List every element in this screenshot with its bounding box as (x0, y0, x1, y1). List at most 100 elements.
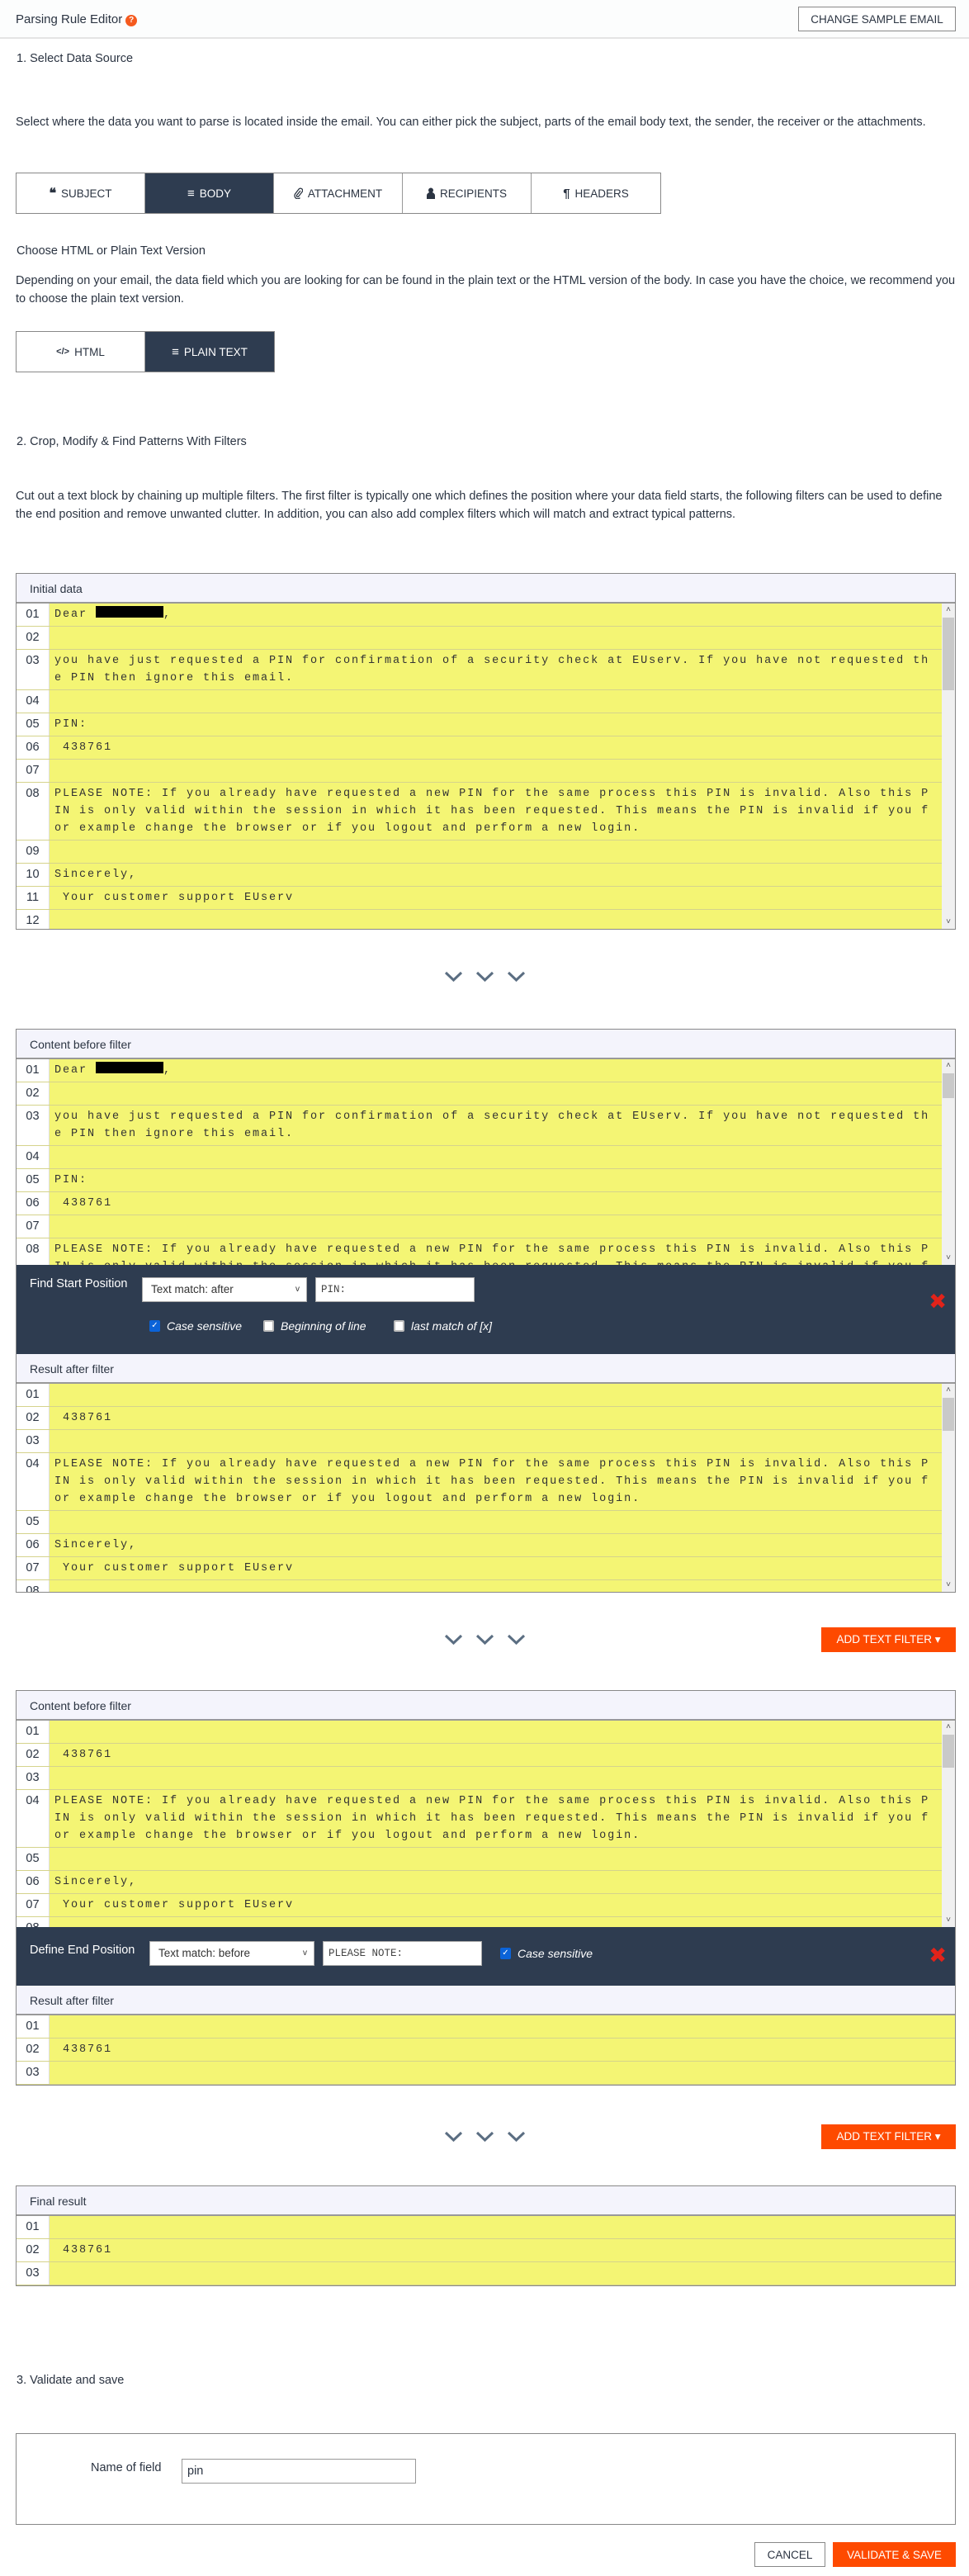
line-text: 438761 (50, 1744, 942, 1766)
line-text: PLEASE NOTE: If you already have request… (50, 1238, 942, 1265)
final-result-panel: Final result 01 02 438761 03 (16, 2185, 956, 2286)
align-left-icon: ≡ (172, 344, 179, 359)
text-line: 02 438761 (17, 1744, 942, 1767)
line-content: PLEASE NOTE: If you already have request… (54, 1795, 930, 1842)
line-text (50, 2062, 955, 2084)
match-text-input[interactable]: PLEASE NOTE: (323, 1941, 482, 1966)
delete-filter-icon[interactable]: ✖ (929, 1944, 947, 1968)
add-text-filter-button[interactable]: ADD TEXT FILTER ▾ (821, 1627, 956, 1652)
line-number: 03 (17, 2062, 50, 2084)
line-number: 03 (17, 650, 50, 689)
initial-data-content[interactable]: 01 Dear , 02 03 you have just requested a PI… (17, 604, 955, 929)
initial-data-panel: Initial data 01 Dear , 02 03 you have just r… (16, 573, 956, 930)
field-name-label: Name of field (91, 2461, 162, 2474)
align-left-icon: ≡ (187, 186, 195, 201)
text-line: 01 (17, 2216, 955, 2239)
checkbox-checked[interactable]: ✓ (500, 1948, 511, 1959)
redacted-block (96, 606, 164, 618)
tab-html[interactable]: </> HTML (17, 332, 145, 372)
line-text: Dear , (50, 604, 942, 626)
option-case-sensitive[interactable]: ✓ Case sensitive (500, 1947, 593, 1960)
text-line: 02 438761 (17, 1407, 942, 1430)
scrollbar[interactable]: ˄ ˅ (942, 604, 955, 929)
text-line: 05 PIN: (17, 1169, 942, 1192)
line-text: Your customer support EUserv (50, 887, 942, 909)
match-mode-select[interactable]: Text match: after v (142, 1277, 307, 1302)
scrollbar[interactable]: ˄ ˅ (942, 1059, 955, 1265)
field-name-input[interactable] (182, 2459, 416, 2484)
option-beginning-of-line[interactable]: Beginning of line (263, 1319, 366, 1333)
chevron-down-icon (444, 971, 463, 983)
line-number: 04 (17, 1453, 50, 1510)
content-before-filter[interactable]: 01 02 438761 03 04 PLEASE NOTE: If you alrea… (17, 1721, 955, 1927)
line-number: 04 (17, 1790, 50, 1847)
line-number: 02 (17, 2039, 50, 2061)
text-line: 01 (17, 1721, 942, 1744)
tab-body[interactable]: ≡ BODY (145, 173, 274, 213)
tab-subject[interactable]: ❝ SUBJECT (17, 173, 145, 213)
line-text: you have just requested a PIN for confir… (50, 650, 942, 689)
line-content: you have just requested a PIN for confir… (54, 655, 930, 684)
panel-title: Content before filter (17, 1691, 955, 1721)
line-number: 05 (17, 1169, 50, 1191)
match-mode-select[interactable]: Text match: before v (149, 1941, 314, 1966)
line-text (50, 760, 942, 782)
step2-title: 2. Crop, Modify & Find Patterns With Fil… (17, 435, 247, 448)
line-content: you have just requested a PIN for confir… (54, 1110, 930, 1140)
filter-find-start-position: Find Start Position Text match: after v P… (17, 1265, 955, 1354)
line-number: 02 (17, 2239, 50, 2261)
panel-title: Result after filter (17, 1354, 955, 1384)
result-after-filter[interactable]: 01 02 438761 03 04 PLEASE NOTE: If you alrea… (17, 1384, 955, 1592)
delete-filter-icon[interactable]: ✖ (929, 1290, 947, 1314)
code-icon: </> (56, 347, 70, 357)
text-line: 03 (17, 2062, 955, 2085)
cancel-button[interactable]: CANCEL (754, 2542, 825, 2567)
add-text-filter-button[interactable]: ADD TEXT FILTER ▾ (821, 2124, 956, 2149)
line-text (50, 1430, 942, 1452)
checkbox[interactable] (394, 1320, 404, 1332)
source-tabs: ❝ SUBJECT ≡ BODY ATTACHMENT RECIPIENTS ¶ HEADER… (16, 173, 661, 214)
quote-icon: ❝ (49, 187, 57, 201)
chevron-down-icon (475, 2131, 494, 2143)
option-last-match[interactable]: last match of [x] (394, 1319, 492, 1333)
line-text: PLEASE NOTE: If you already have request… (50, 783, 942, 840)
change-sample-email-button[interactable]: CHANGE SAMPLE EMAIL (798, 7, 956, 31)
tab-label: HEADERS (574, 187, 629, 200)
line-text: Your customer support EUserv (50, 1557, 942, 1579)
tab-plain-text[interactable]: ≡ PLAIN TEXT (145, 332, 274, 372)
line-content: Sincerely, (54, 1876, 138, 1888)
version-tabs: </> HTML ≡ PLAIN TEXT (16, 331, 275, 372)
option-label: Beginning of line (281, 1319, 366, 1333)
flow-chevrons (444, 1634, 526, 1646)
validate-save-button[interactable]: VALIDATE & SAVE (833, 2542, 956, 2567)
text-line: 06 438761 (17, 736, 942, 760)
tab-headers[interactable]: ¶ HEADERS (532, 173, 660, 213)
scrollbar[interactable]: ˄ ˅ (942, 1384, 955, 1592)
text-line: 02 438761 (17, 2239, 955, 2262)
tab-recipients[interactable]: RECIPIENTS (403, 173, 532, 213)
checkbox[interactable] (263, 1320, 274, 1332)
checkbox-checked[interactable]: ✓ (149, 1320, 160, 1332)
tab-label: SUBJECT (61, 187, 112, 200)
line-text: PLEASE NOTE: If you already have request… (50, 1453, 942, 1510)
question-circle-icon[interactable]: ? (125, 15, 138, 26)
option-case-sensitive[interactable]: ✓ Case sensitive (149, 1319, 242, 1333)
text-line: 01 (17, 1384, 942, 1407)
line-number: 03 (17, 1430, 50, 1452)
line-number: 07 (17, 1894, 50, 1916)
tab-attachment[interactable]: ATTACHMENT (274, 173, 403, 213)
line-text: 438761 (50, 1407, 942, 1429)
flow-chevrons (444, 2131, 526, 2143)
line-text: you have just requested a PIN for confir… (50, 1106, 942, 1145)
scrollbar[interactable]: ˄ ˅ (942, 1721, 955, 1927)
text-line: 01 Dear , (17, 604, 942, 627)
match-text-input[interactable]: PIN: (315, 1277, 475, 1302)
filter-define-end-position: Define End Position Text match: before v … (17, 1927, 955, 1986)
chevron-down-icon (475, 1634, 494, 1646)
line-text (50, 1721, 942, 1743)
line-content: PIN: (54, 718, 88, 731)
content-before-filter[interactable]: 01 Dear , 02 03 you have just requested a PI… (17, 1059, 955, 1265)
text-line: 08 PLEASE NOTE: If you already have reque… (17, 783, 942, 841)
text-line: 11 Your customer support EUserv (17, 887, 942, 910)
line-text: 438761 (50, 736, 942, 759)
